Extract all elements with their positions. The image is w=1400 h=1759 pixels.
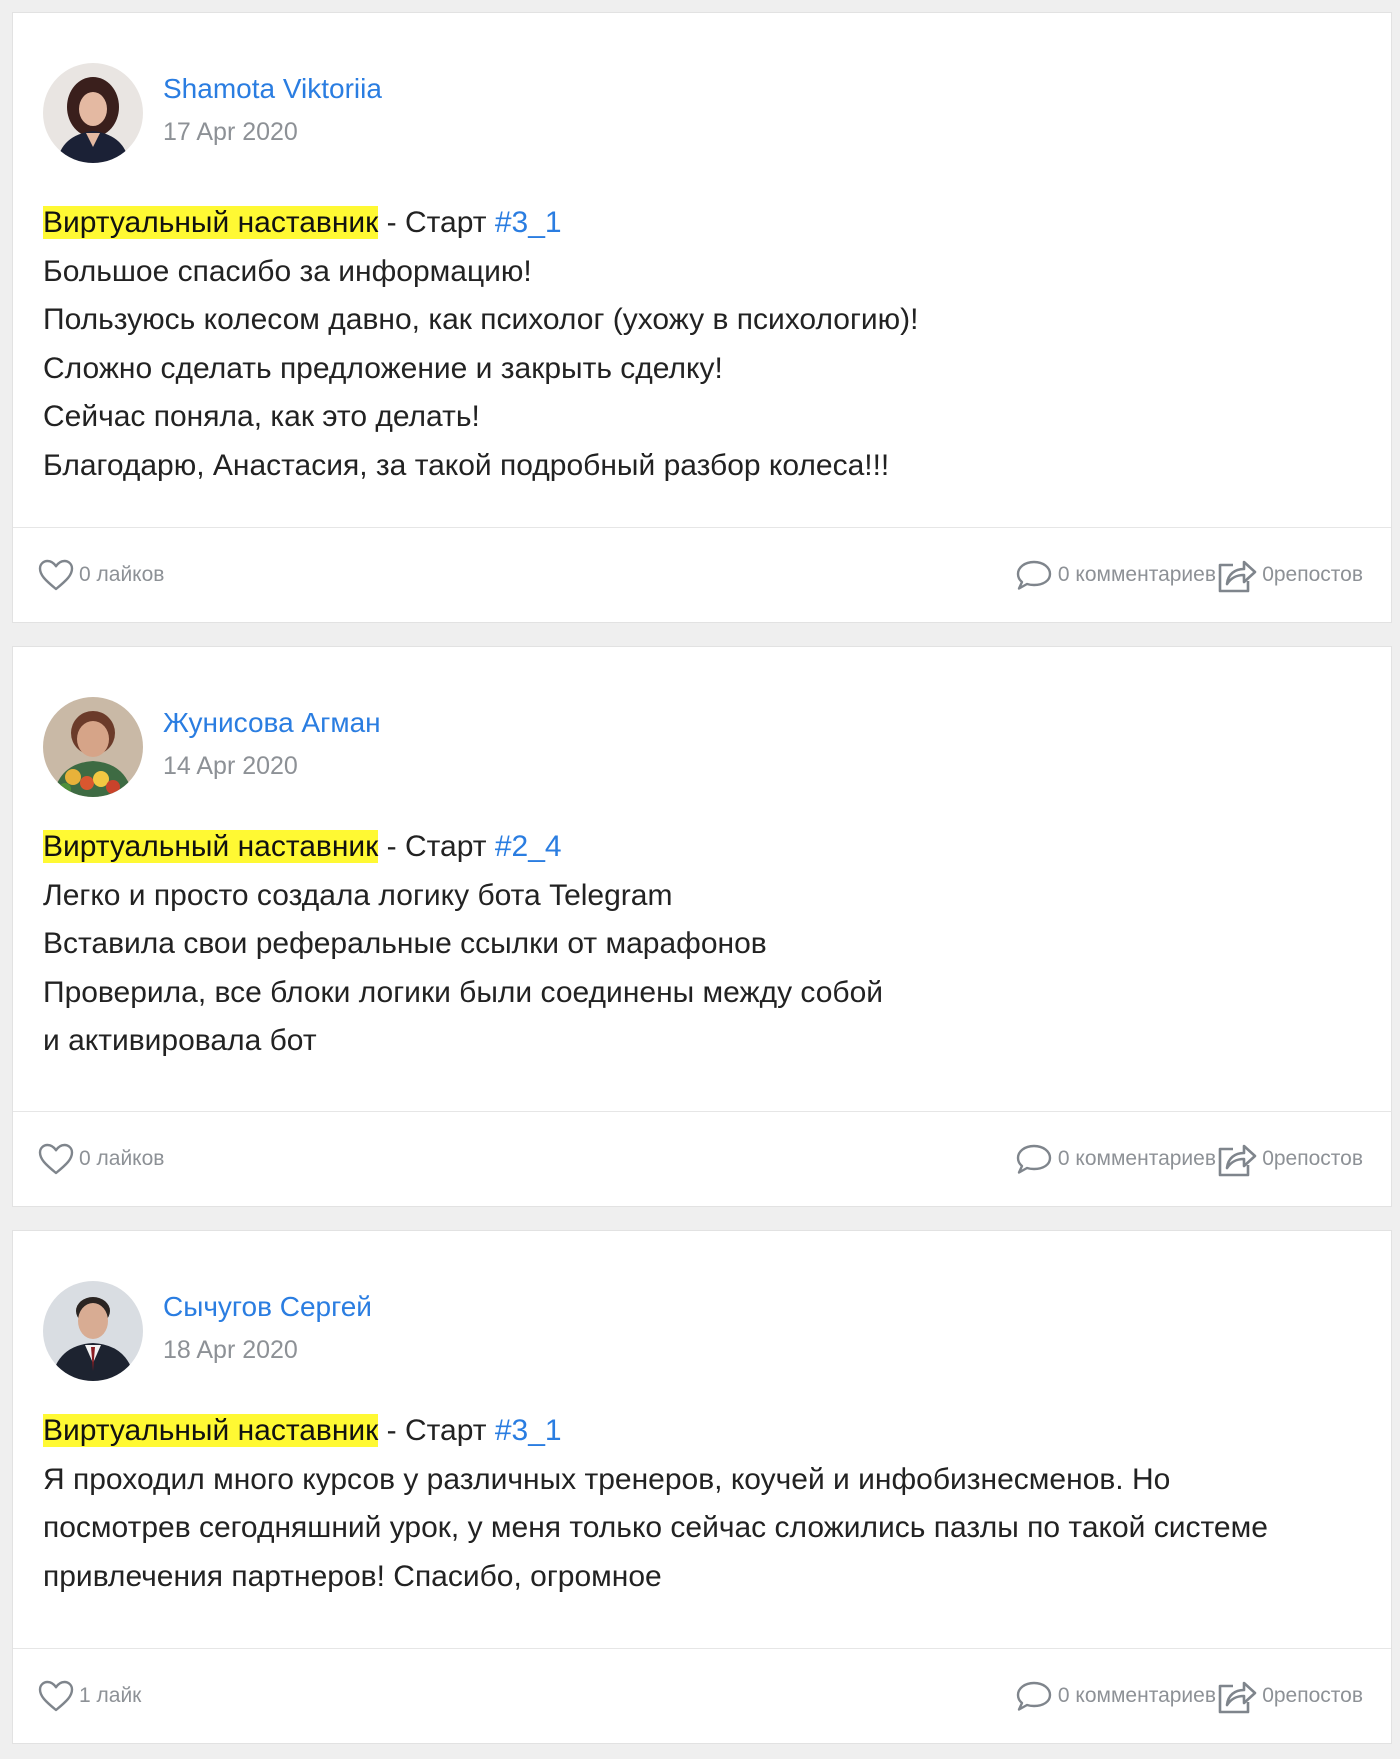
post-footer: 0 лайков 0 комментариев 0репостов bbox=[13, 1111, 1391, 1206]
post-tagline: Виртуальный наставник - Старт #2_4 bbox=[43, 823, 1361, 872]
like-button[interactable]: 0 лайков bbox=[37, 1112, 164, 1206]
avatar[interactable] bbox=[43, 63, 143, 163]
post-date: 14 Apr 2020 bbox=[163, 752, 298, 780]
post-card: Жунисова Агман 14 Apr 2020 Виртуальный н… bbox=[12, 646, 1392, 1207]
post-text-line: Вставила свои реферальные ссылки от мара… bbox=[43, 927, 767, 960]
post-body: Виртуальный наставник - Старт #3_1 Я про… bbox=[43, 1407, 1361, 1601]
repost-button[interactable]: 0репостов bbox=[1216, 1649, 1363, 1743]
post-text-line: Легко и просто создала логику бота Teleg… bbox=[43, 878, 673, 912]
likes-count: 1 лайк bbox=[79, 1684, 142, 1707]
comments-button[interactable]: 0 комментариев bbox=[1014, 528, 1216, 622]
post-text-line: посмотрев сегодняшний урок, у меня тольк… bbox=[43, 1511, 1268, 1544]
post-card: Сычугов Сергей 18 Apr 2020 Виртуальный н… bbox=[12, 1230, 1392, 1744]
post-footer: 0 лайков 0 комментариев 0репостов bbox=[13, 527, 1391, 622]
share-arrow-icon bbox=[1216, 1677, 1258, 1715]
heart-icon bbox=[37, 558, 75, 592]
comment-bubble-icon bbox=[1014, 558, 1054, 592]
comments-count: 0 комментариев bbox=[1057, 563, 1216, 586]
post-text-line: Пользуюсь колесом давно, как психолог (у… bbox=[43, 303, 919, 336]
hashtag-link[interactable]: #3_1 bbox=[495, 1414, 562, 1447]
tag-separator: - Старт bbox=[378, 830, 495, 863]
reposts-count: 0репостов bbox=[1262, 1684, 1363, 1707]
heart-icon bbox=[37, 1679, 75, 1713]
hashtag-link[interactable]: #2_4 bbox=[495, 830, 562, 863]
post-body: Виртуальный наставник - Старт #2_4 Легко… bbox=[43, 823, 1361, 1066]
likes-count: 0 лайков bbox=[79, 1147, 165, 1170]
comments-button[interactable]: 0 комментариев bbox=[1014, 1112, 1216, 1206]
post-tagline: Виртуальный наставник - Старт #3_1 bbox=[43, 1407, 1361, 1456]
post-footer: 1 лайк 0 комментариев 0репостов bbox=[13, 1648, 1391, 1743]
avatar[interactable] bbox=[43, 697, 143, 797]
post-text-line: Проверила, все блоки логики были соедине… bbox=[43, 975, 884, 1009]
avatar[interactable] bbox=[43, 1281, 143, 1381]
author-name[interactable]: Shamota Viktoriia bbox=[163, 72, 382, 106]
share-arrow-icon bbox=[1216, 1140, 1258, 1178]
highlighted-tag: Виртуальный наставник bbox=[43, 206, 379, 239]
likes-count: 0 лайков bbox=[79, 563, 165, 586]
share-arrow-icon bbox=[1216, 556, 1258, 594]
like-button[interactable]: 0 лайков bbox=[37, 528, 164, 622]
tag-separator: - Старт bbox=[378, 1414, 495, 1447]
author-name[interactable]: Сычугов Сергей bbox=[163, 1290, 372, 1324]
post-date: 17 Apr 2020 bbox=[163, 118, 298, 146]
post-date: 18 Apr 2020 bbox=[163, 1336, 298, 1364]
heart-icon bbox=[37, 1142, 75, 1176]
highlighted-tag: Виртуальный наставник bbox=[43, 1414, 379, 1447]
post-text-line: Большое спасибо за информацию! bbox=[43, 254, 532, 288]
post-card: Shamota Viktoriia 17 Apr 2020 Виртуальны… bbox=[12, 12, 1392, 623]
post-text-line: Сейчас поняла, как это делать! bbox=[43, 400, 480, 433]
comment-bubble-icon bbox=[1014, 1679, 1054, 1713]
comments-count: 0 комментариев bbox=[1057, 1147, 1216, 1170]
post-body: Виртуальный наставник - Старт #3_1 Больш… bbox=[43, 199, 1361, 490]
comments-count: 0 комментариев bbox=[1057, 1684, 1216, 1707]
post-header: Сычугов Сергей 18 Apr 2020 bbox=[43, 1281, 372, 1381]
reposts-count: 0репостов bbox=[1262, 1147, 1363, 1170]
hashtag-link[interactable]: #3_1 bbox=[495, 206, 562, 239]
post-feed: Shamota Viktoriia 17 Apr 2020 Виртуальны… bbox=[0, 0, 1400, 1759]
post-tagline: Виртуальный наставник - Старт #3_1 bbox=[43, 199, 1361, 248]
post-text-line: Благодарю, Анастасия, за такой подробный… bbox=[43, 448, 890, 482]
post-text-line: Сложно сделать предложение и закрыть сде… bbox=[43, 351, 723, 385]
post-text-line: и активировала бот bbox=[43, 1024, 317, 1057]
highlighted-tag: Виртуальный наставник bbox=[43, 830, 379, 863]
reposts-count: 0репостов bbox=[1262, 563, 1363, 586]
post-header: Жунисова Агман 14 Apr 2020 bbox=[43, 697, 381, 797]
tag-separator: - Старт bbox=[378, 206, 495, 239]
like-button[interactable]: 1 лайк bbox=[37, 1649, 141, 1743]
author-name[interactable]: Жунисова Агман bbox=[163, 706, 381, 740]
post-header: Shamota Viktoriia 17 Apr 2020 bbox=[43, 63, 382, 163]
post-text-line: Я проходил много курсов у различных трен… bbox=[43, 1462, 1171, 1496]
repost-button[interactable]: 0репостов bbox=[1216, 1112, 1363, 1206]
post-text-line: привлечения партнеров! Спасибо, огромное bbox=[43, 1559, 662, 1593]
comment-bubble-icon bbox=[1014, 1142, 1054, 1176]
repost-button[interactable]: 0репостов bbox=[1216, 528, 1363, 622]
comments-button[interactable]: 0 комментариев bbox=[1014, 1649, 1216, 1743]
